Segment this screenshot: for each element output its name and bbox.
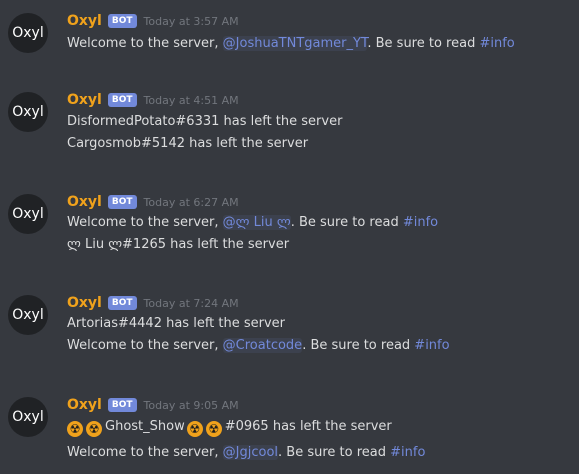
channel-link[interactable]: #info bbox=[390, 445, 425, 460]
message-line: Welcome to the server, @Jgjcool. Be sure… bbox=[67, 444, 425, 462]
bot-badge: BOT bbox=[107, 93, 137, 107]
message-text: Welcome to the server, bbox=[67, 36, 223, 51]
bot-badge: BOT bbox=[107, 398, 137, 412]
username[interactable]: Oxyl bbox=[67, 397, 102, 413]
message-text: . Be sure to read bbox=[367, 36, 480, 51]
timestamp[interactable]: Today at 3:57 AM bbox=[144, 15, 239, 28]
biohazard-icon: ☢ bbox=[205, 421, 222, 437]
radioactive-icon: ☢ bbox=[86, 421, 102, 437]
bot-badge: BOT bbox=[107, 14, 137, 28]
avatar[interactable]: Oxyl bbox=[8, 92, 48, 132]
bot-badge: BOT bbox=[107, 296, 137, 310]
message-header: Oxyl BOT Today at 7:24 AM bbox=[67, 294, 239, 312]
message-text: . Be sure to read bbox=[302, 338, 415, 353]
message-line: ☢ ☢ Ghost_Show ☢ ☢ #0965 has left the server bbox=[67, 418, 392, 437]
timestamp[interactable]: Today at 7:24 AM bbox=[144, 297, 239, 310]
user-mention[interactable]: @JoshuaTNTgamer_YT bbox=[222, 36, 368, 51]
user-mention[interactable]: @Jgjcool bbox=[222, 445, 279, 460]
message-text: Welcome to the server, bbox=[67, 445, 223, 460]
message-header: Oxyl BOT Today at 3:57 AM bbox=[67, 12, 239, 30]
message-line: Welcome to the server, @JoshuaTNTgamer_Y… bbox=[67, 35, 515, 53]
user-mention[interactable]: @ლ Liu ლ bbox=[222, 215, 291, 230]
message-header: Oxyl BOT Today at 6:27 AM bbox=[67, 193, 239, 211]
user-mention[interactable]: @Croatcode bbox=[222, 338, 303, 353]
message-text: #0965 has left the server bbox=[224, 419, 392, 434]
avatar[interactable]: Oxyl bbox=[8, 194, 48, 234]
message-text: Ghost_Show bbox=[105, 419, 185, 434]
message-header: Oxyl BOT Today at 4:51 AM bbox=[67, 91, 239, 109]
timestamp[interactable]: Today at 9:05 AM bbox=[144, 399, 239, 412]
avatar[interactable]: Oxyl bbox=[8, 295, 48, 335]
message-text: . Be sure to read bbox=[290, 215, 403, 230]
channel-link[interactable]: #info bbox=[414, 338, 449, 353]
message-text: Welcome to the server, bbox=[67, 338, 223, 353]
username[interactable]: Oxyl bbox=[67, 194, 102, 210]
message-text: . Be sure to read bbox=[278, 445, 391, 460]
message-line: ლ Liu ლ#1265 has left the server bbox=[67, 237, 290, 252]
channel-link[interactable]: #info bbox=[479, 36, 514, 51]
message-text: Welcome to the server, bbox=[67, 215, 223, 230]
timestamp[interactable]: Today at 6:27 AM bbox=[144, 196, 239, 209]
channel-link[interactable]: #info bbox=[403, 215, 438, 230]
message-header: Oxyl BOT Today at 9:05 AM bbox=[67, 396, 239, 414]
radioactive-icon: ☢ bbox=[186, 421, 203, 437]
message-line: DisformedPotato#6331 has left the server bbox=[67, 114, 343, 129]
timestamp[interactable]: Today at 4:51 AM bbox=[144, 94, 239, 107]
username[interactable]: Oxyl bbox=[67, 92, 102, 108]
username[interactable]: Oxyl bbox=[67, 13, 102, 29]
biohazard-icon: ☢ bbox=[67, 421, 83, 437]
message-line: Welcome to the server, @Croatcode. Be su… bbox=[67, 337, 450, 355]
message-line: Welcome to the server, @ლ Liu ლ. Be sure… bbox=[67, 214, 438, 232]
avatar[interactable]: Oxyl bbox=[8, 13, 48, 53]
username[interactable]: Oxyl bbox=[67, 295, 102, 311]
message-line: Artorias#4442 has left the server bbox=[67, 316, 286, 331]
avatar[interactable]: Oxyl bbox=[8, 397, 48, 437]
message-line: Cargosmob#5142 has left the server bbox=[67, 136, 309, 151]
bot-badge: BOT bbox=[107, 195, 137, 209]
